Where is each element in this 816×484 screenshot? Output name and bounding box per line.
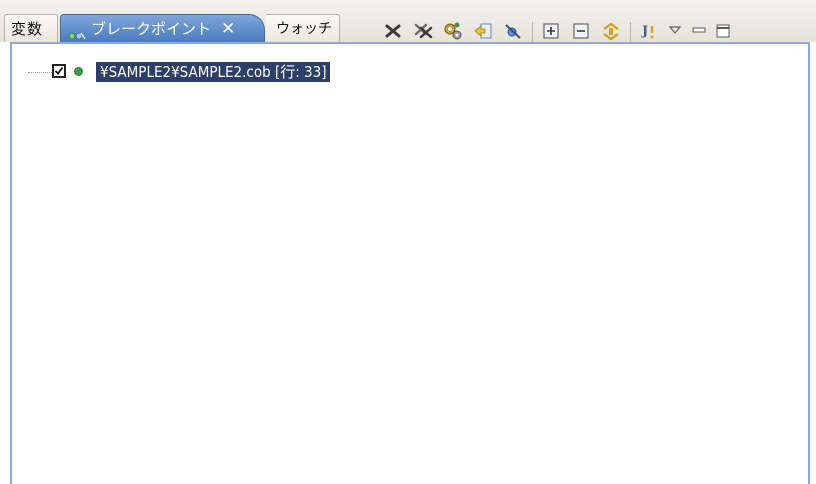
expand-all-icon[interactable]: [540, 20, 562, 42]
breakpoints-list: ¥SAMPLE2¥SAMPLE2.cob [行: 33]: [10, 42, 810, 484]
collapse-all-icon[interactable]: [570, 20, 592, 42]
add-java-exception-breakpoint-icon[interactable]: J: [638, 20, 660, 42]
checkmark-icon: [54, 66, 64, 75]
tab-breakpoints-label: ブレークポイント: [91, 20, 212, 38]
tab-watch[interactable]: ウォッチ: [266, 14, 340, 42]
toolbar-separator: [532, 22, 533, 42]
tab-breakpoints[interactable]: ブレークポイント ✕: [60, 14, 265, 42]
remove-breakpoint-icon[interactable]: [382, 20, 404, 42]
view-menu-icon[interactable]: [664, 20, 686, 42]
maximize-icon[interactable]: [712, 20, 734, 42]
toolbar-separator: [630, 22, 631, 42]
tab-variables[interactable]: 変数: [4, 14, 58, 42]
link-icon[interactable]: [600, 20, 622, 42]
close-icon[interactable]: ✕: [221, 15, 235, 43]
breakpoint-dot-icon: [74, 67, 83, 76]
tree-connector: [28, 72, 52, 73]
breakpoints-view: 変数 ブレークポイント ✕ ウォッチ J ¥SAMPLE2¥SAMPLE2.co…: [0, 0, 816, 484]
svg-text:J: J: [641, 24, 648, 39]
go-to-file-icon[interactable]: [472, 20, 494, 42]
breakpoint-label[interactable]: ¥SAMPLE2¥SAMPLE2.cob [行: 33]: [96, 62, 331, 82]
tab-variables-label: 変数: [11, 20, 44, 38]
breakpoints-tab-icon: [68, 23, 86, 40]
remove-all-breakpoints-icon[interactable]: [412, 20, 434, 42]
skip-all-breakpoints-icon[interactable]: [502, 20, 524, 42]
minimize-icon[interactable]: [688, 20, 710, 42]
breakpoint-enabled-checkbox[interactable]: [52, 64, 66, 78]
link-with-debug-view-icon[interactable]: [442, 20, 464, 42]
tab-watch-label: ウォッチ: [276, 21, 332, 37]
